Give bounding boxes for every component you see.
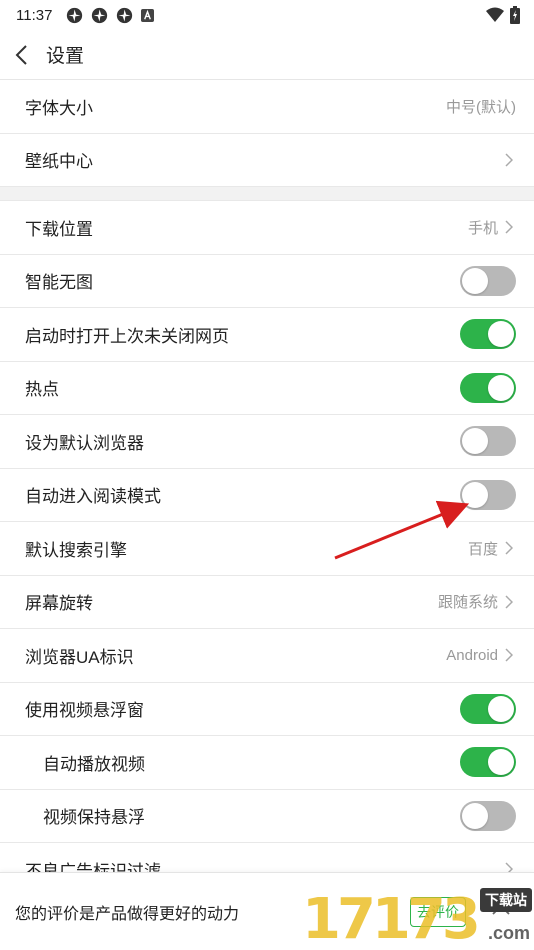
setting-label: 自动播放视频	[43, 754, 145, 774]
setting-label: 屏幕旋转	[25, 594, 93, 614]
setting-default-browser: 设为默认浏览器	[0, 415, 534, 469]
toggle-knob	[488, 695, 514, 722]
reading-mode-toggle[interactable]	[460, 479, 516, 510]
chevron-right-icon	[502, 151, 516, 169]
setting-download-location[interactable]: 下载位置 手机	[0, 201, 534, 255]
battery-icon	[510, 6, 520, 24]
setting-label: 下载位置	[25, 219, 93, 239]
setting-keep-floating: 视频保持悬浮	[0, 790, 534, 843]
setting-value: 中号(默认)	[446, 98, 516, 116]
chevron-right-icon	[502, 593, 516, 611]
back-button[interactable]	[14, 35, 44, 75]
floating-video-toggle[interactable]	[460, 693, 516, 724]
toggle-knob	[488, 321, 514, 348]
chevron-right-icon	[502, 218, 516, 236]
autoplay-video-toggle[interactable]	[460, 747, 516, 778]
setting-autoplay-video: 自动播放视频	[0, 736, 534, 790]
setting-font-size[interactable]: 字体大小 中号(默认)	[0, 80, 534, 134]
setting-label: 默认搜索引擎	[25, 540, 127, 560]
toggle-knob	[462, 428, 488, 455]
setting-label: 视频保持悬浮	[43, 808, 145, 828]
wifi-icon	[486, 7, 504, 22]
rating-prompt-bar: 您的评价是产品做得更好的动力 去评价	[0, 872, 534, 950]
status-notification-icons	[66, 7, 155, 24]
setting-label: 自动进入阅读模式	[25, 487, 161, 507]
pinwheel-icon	[67, 7, 83, 23]
app-a-icon	[141, 8, 155, 22]
rate-button[interactable]: 去评价	[410, 897, 466, 927]
setting-floating-video: 使用视频悬浮窗	[0, 683, 534, 736]
setting-search-engine[interactable]: 默认搜索引擎 百度	[0, 522, 534, 576]
setting-label: 使用视频悬浮窗	[25, 701, 144, 721]
setting-screen-rotation[interactable]: 屏幕旋转 跟随系统	[0, 576, 534, 629]
pinwheel-icon	[117, 7, 133, 23]
page-title: 设置	[46, 46, 85, 67]
section-divider	[0, 187, 534, 201]
setting-value: 手机	[467, 219, 498, 237]
setting-smart-no-image: 智能无图	[0, 255, 534, 308]
toggle-knob	[462, 802, 488, 829]
setting-label: 浏览器UA标识	[25, 647, 134, 667]
title-bar: 设置	[0, 30, 534, 80]
close-icon[interactable]	[490, 899, 512, 921]
pinwheel-icon	[92, 7, 108, 23]
setting-label: 壁纸中心	[25, 152, 93, 172]
setting-label: 热点	[25, 380, 59, 400]
chevron-left-icon	[15, 44, 27, 65]
setting-value: Android	[446, 646, 498, 664]
hotspot-toggle[interactable]	[460, 372, 516, 403]
smart-no-image-toggle[interactable]	[460, 265, 516, 296]
toggle-knob	[462, 481, 488, 508]
toggle-knob	[488, 374, 514, 401]
chevron-right-icon	[502, 539, 516, 557]
toggle-knob	[462, 267, 488, 294]
setting-wallpaper-center[interactable]: 壁纸中心	[0, 134, 534, 187]
setting-value: 跟随系统	[437, 594, 498, 612]
restore-tabs-toggle[interactable]	[460, 319, 516, 350]
setting-restore-tabs: 启动时打开上次未关闭网页	[0, 308, 534, 362]
status-time: 11:37	[16, 6, 53, 24]
setting-label: 启动时打开上次未关闭网页	[25, 326, 229, 346]
rating-prompt-text: 您的评价是产品做得更好的动力	[15, 905, 240, 923]
setting-value: 百度	[467, 540, 498, 558]
toggle-knob	[488, 749, 514, 776]
chevron-right-icon	[502, 646, 516, 664]
keep-floating-toggle[interactable]	[460, 800, 516, 831]
setting-hotspot: 热点	[0, 362, 534, 415]
setting-ua[interactable]: 浏览器UA标识 Android	[0, 629, 534, 683]
status-system-icons	[486, 6, 520, 24]
setting-label: 设为默认浏览器	[25, 433, 144, 453]
setting-label: 智能无图	[25, 273, 93, 293]
setting-label: 字体大小	[25, 98, 93, 118]
status-bar: 11:37	[0, 0, 534, 30]
setting-reading-mode: 自动进入阅读模式	[0, 469, 534, 522]
default-browser-toggle[interactable]	[460, 426, 516, 457]
